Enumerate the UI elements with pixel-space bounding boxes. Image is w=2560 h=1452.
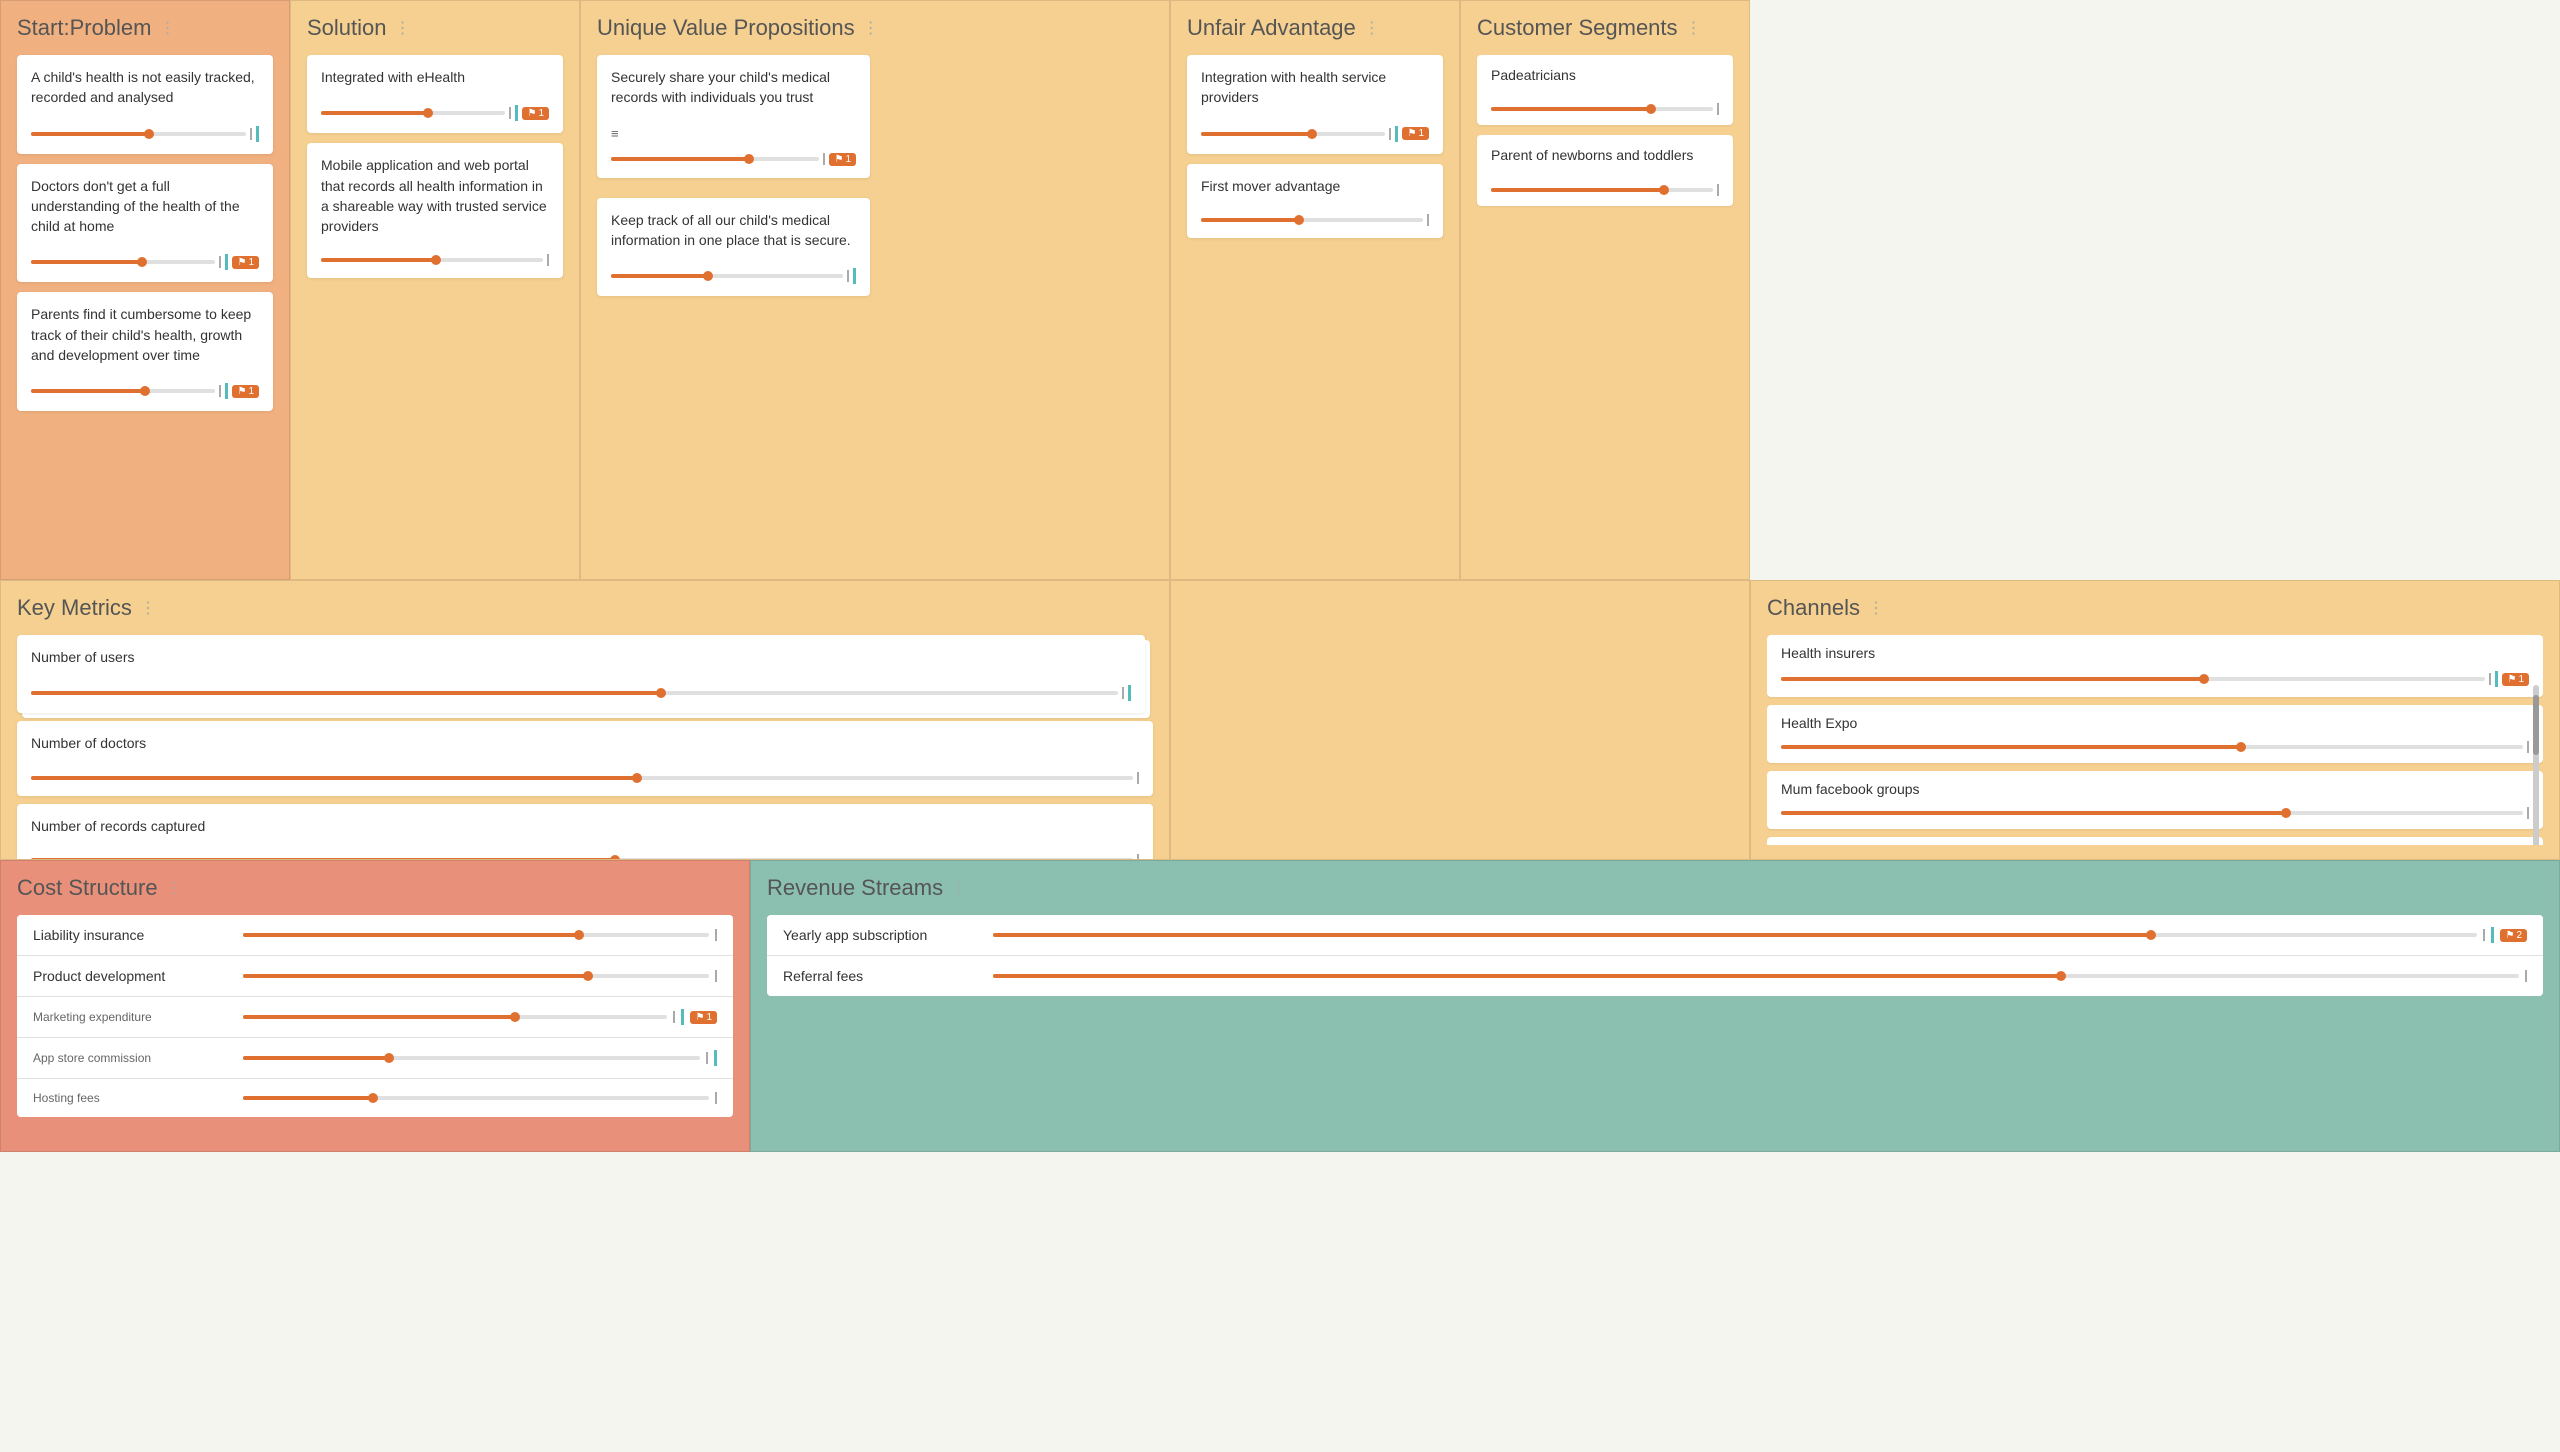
- uvp-title: Unique Value Propositions ⋮: [597, 15, 1153, 41]
- customer-segment-slider-1[interactable]: [1491, 103, 1719, 115]
- solution-card-1: Integrated with eHealth 1: [307, 55, 563, 133]
- solution-title: Solution ⋮: [307, 15, 563, 41]
- key-metric-card-3: Number of records captured: [17, 804, 1153, 860]
- key-metric-card-2: Number of doctors: [17, 721, 1153, 795]
- customer-segments-title: Customer Segments ⋮: [1477, 15, 1733, 41]
- unfair-advantage-menu-icon[interactable]: ⋮: [1364, 18, 1380, 38]
- channel-vote-1[interactable]: 1: [2502, 673, 2529, 686]
- uvp-card-1: Securely share your child's medical reco…: [597, 55, 870, 178]
- channels-menu-icon[interactable]: ⋮: [1868, 598, 1884, 618]
- channel-item-4: Television advertising: [1767, 837, 2543, 845]
- channels-scrollbar[interactable]: [2533, 685, 2539, 845]
- cost-item-3: Marketing expenditure 1: [17, 997, 733, 1038]
- key-metrics-title: Key Metrics ⋮: [17, 595, 1153, 621]
- revenue-streams-menu-icon[interactable]: ⋮: [951, 878, 967, 898]
- key-metric-slider-2[interactable]: [31, 772, 1139, 784]
- solution-vote-1[interactable]: 1: [522, 107, 549, 120]
- channel-slider-3[interactable]: [1781, 807, 2529, 819]
- customer-segment-card-1: Padeatricians: [1477, 55, 1733, 125]
- problem-title: Start:Problem ⋮: [17, 15, 273, 41]
- uvp-menu-icon[interactable]: ⋮: [863, 18, 879, 38]
- revenue-vote-1[interactable]: 2: [2500, 929, 2527, 942]
- uvp-card-2: Keep track of all our child's medical in…: [597, 198, 870, 297]
- problem-card-2: Doctors don't get a full understanding o…: [17, 164, 273, 283]
- unfair-slider-2[interactable]: [1201, 214, 1429, 226]
- solution-slider-2[interactable]: [321, 254, 549, 266]
- unfair-advantage-section: Unfair Advantage ⋮ Integration with heal…: [1170, 0, 1460, 580]
- customer-segment-card-2: Parent of newborns and toddlers: [1477, 135, 1733, 205]
- customer-segments-menu-icon[interactable]: ⋮: [1686, 18, 1702, 38]
- revenue-streams-title: Revenue Streams ⋮: [767, 875, 2543, 901]
- problem-vote-3[interactable]: 1: [232, 385, 259, 398]
- channel-item-3: Mum facebook groups: [1767, 771, 2543, 829]
- problem-card-3: Parents find it cumbersome to keep track…: [17, 292, 273, 411]
- cost-item-4: App store commission: [17, 1038, 733, 1079]
- problem-slider-2[interactable]: 1: [31, 254, 259, 270]
- customer-segments-section: Customer Segments ⋮ Padeatricians Parent…: [1460, 0, 1750, 580]
- solution-section: Solution ⋮ Integrated with eHealth 1 Mob…: [290, 0, 580, 580]
- cost-item-1: Liability insurance: [17, 915, 733, 956]
- uvp-slider-2[interactable]: [611, 268, 856, 284]
- key-metrics-section: Key Metrics ⋮ Number of users: [0, 580, 1170, 860]
- cost-structure-menu-icon[interactable]: ⋮: [166, 878, 182, 898]
- cost-structure-section: Cost Structure ⋮ Liability insurance Pro: [0, 860, 750, 1152]
- solution-menu-icon[interactable]: ⋮: [395, 18, 411, 38]
- channels-list: Health insurers 1 Health Expo: [1767, 635, 2543, 845]
- problem-slider-3[interactable]: 1: [31, 383, 259, 399]
- problem-section: Start:Problem ⋮ A child's health is not …: [0, 0, 290, 580]
- uvp-slider-1[interactable]: 1: [611, 153, 856, 166]
- cost-structure-title: Cost Structure ⋮: [17, 875, 733, 901]
- channel-slider-2[interactable]: [1781, 741, 2529, 753]
- unfair-card-2: First mover advantage: [1187, 164, 1443, 238]
- unfair-advantage-title: Unfair Advantage ⋮: [1187, 15, 1443, 41]
- solution-slider-1[interactable]: 1: [321, 105, 549, 121]
- channel-item-1: Health insurers 1: [1767, 635, 2543, 697]
- uvp-section: Unique Value Propositions ⋮ Securely sha…: [580, 0, 1170, 580]
- cost-vote-3[interactable]: 1: [690, 1011, 717, 1024]
- key-metric-slider-1[interactable]: [31, 685, 1131, 701]
- key-metrics-menu-icon[interactable]: ⋮: [140, 598, 156, 618]
- problem-slider-1[interactable]: [31, 126, 259, 142]
- unfair-slider-1[interactable]: 1: [1201, 126, 1429, 142]
- channels-section: Channels ⋮ Health insurers: [1750, 580, 2560, 860]
- channel-item-2: Health Expo: [1767, 705, 2543, 763]
- problem-vote-2[interactable]: 1: [232, 256, 259, 269]
- revenue-item-1: Yearly app subscription 2: [767, 915, 2543, 956]
- problem-menu-icon[interactable]: ⋮: [160, 18, 176, 38]
- cost-item-5: Hosting fees: [17, 1079, 733, 1117]
- solution-card-2: Mobile application and web portal that r…: [307, 143, 563, 278]
- channels-title: Channels ⋮: [1767, 595, 2543, 621]
- uvp-bottom-empty: [1170, 580, 1750, 860]
- unfair-card-1: Integration with health service provider…: [1187, 55, 1443, 154]
- problem-card-1: A child's health is not easily tracked, …: [17, 55, 273, 154]
- unfair-vote-1[interactable]: 1: [1402, 127, 1429, 140]
- key-metric-stack-1: Number of users: [17, 635, 1145, 713]
- cost-item-2: Product development: [17, 956, 733, 997]
- channel-slider-1[interactable]: 1: [1781, 671, 2529, 687]
- customer-segment-slider-2[interactable]: [1491, 184, 1719, 196]
- revenue-item-2: Referral fees: [767, 956, 2543, 996]
- revenue-streams-section: Revenue Streams ⋮ Yearly app subscriptio…: [750, 860, 2560, 1152]
- uvp-vote-1[interactable]: 1: [829, 153, 856, 166]
